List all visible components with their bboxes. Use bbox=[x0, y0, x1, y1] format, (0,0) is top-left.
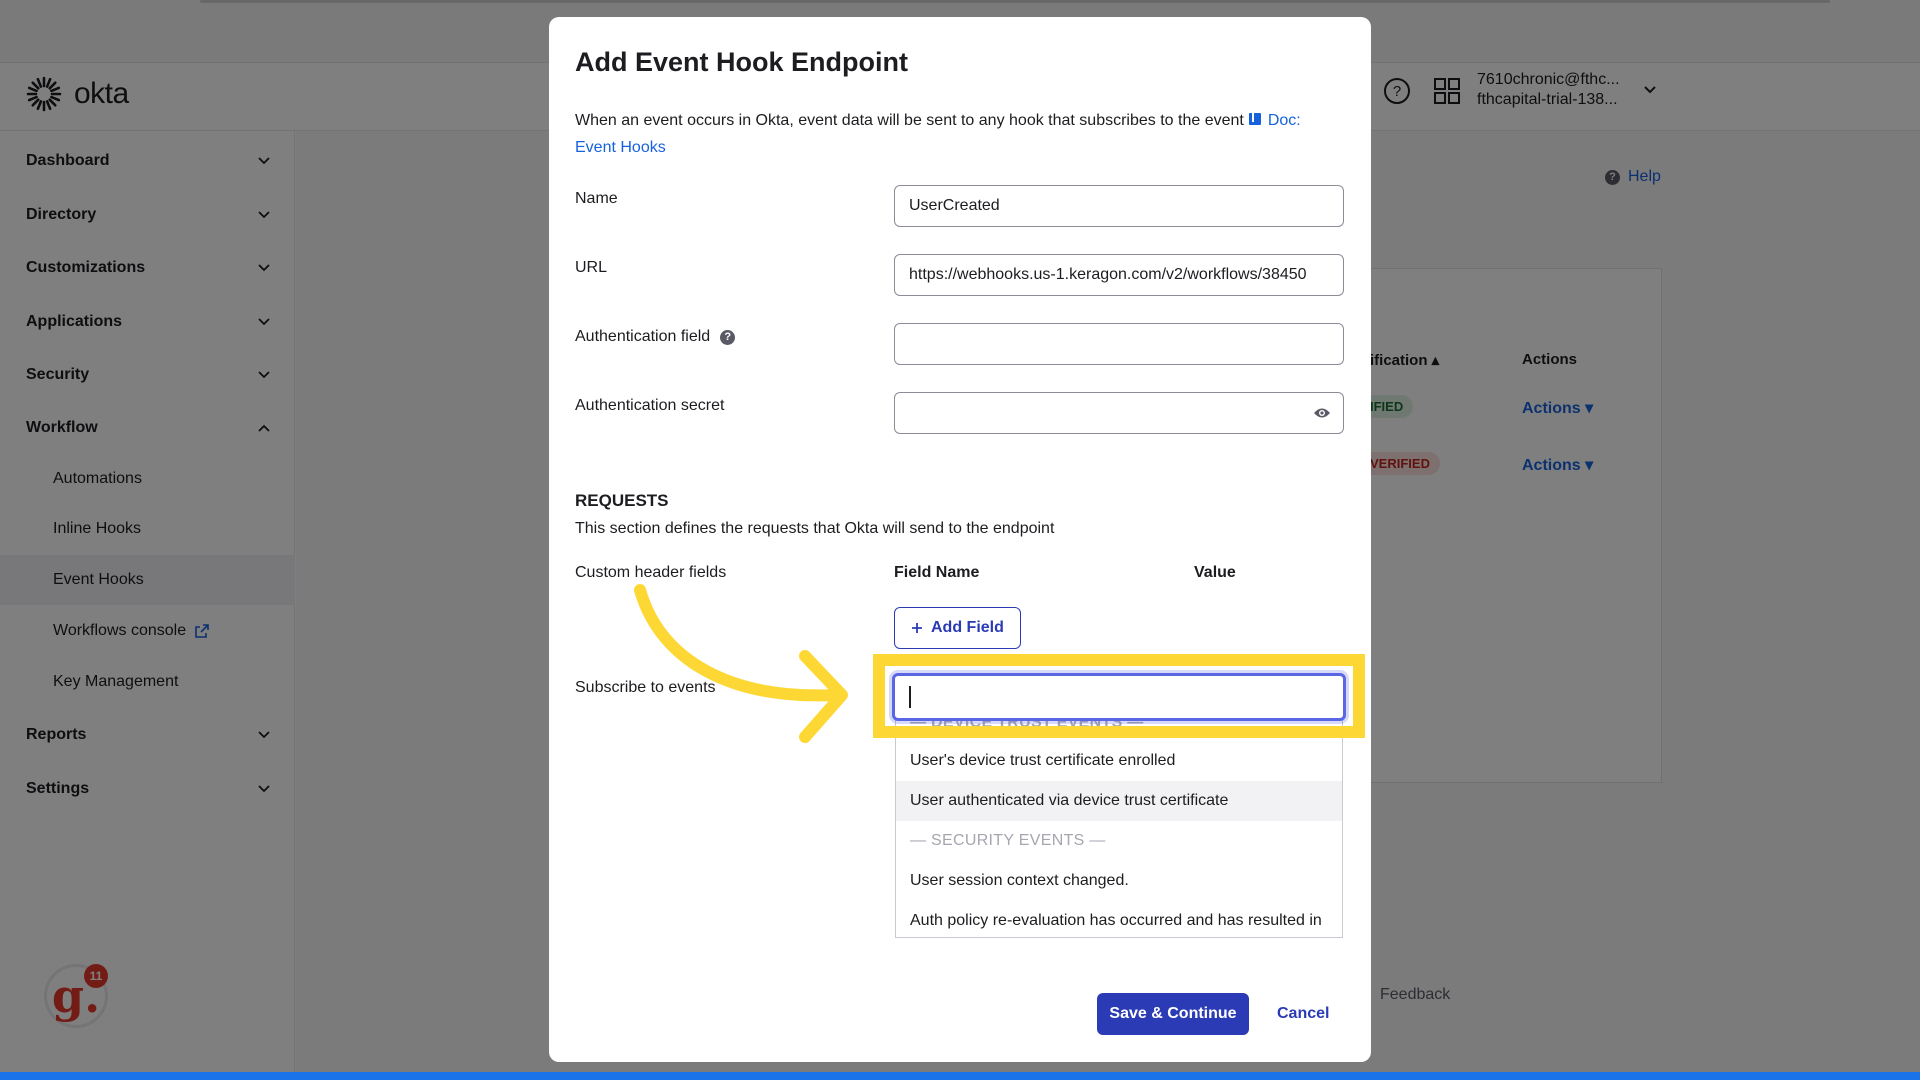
tutorial-highlight-box bbox=[873, 654, 1365, 738]
book-icon bbox=[1248, 113, 1261, 125]
modal-description-text: When an event occurs in Okta, event data… bbox=[575, 112, 1244, 129]
auth-field-label: Authentication field bbox=[575, 328, 711, 345]
value-column-header: Value bbox=[1194, 564, 1236, 581]
event-options-listbox: — DEVICE TRUST EVENTS — User's device tr… bbox=[895, 717, 1343, 938]
bottom-progress-bar bbox=[0, 1072, 1920, 1080]
tutorial-arrow-icon bbox=[634, 584, 848, 743]
add-field-label: Add Field bbox=[931, 619, 1004, 636]
option-group-header: — SECURITY EVENTS — bbox=[910, 832, 1106, 849]
auth-secret-input[interactable] bbox=[894, 392, 1344, 434]
plus-icon bbox=[912, 623, 922, 633]
event-option[interactable]: User authenticated via device trust cert… bbox=[896, 781, 1342, 821]
field-name-column-header: Field Name bbox=[894, 564, 980, 581]
event-option[interactable]: User session context changed. bbox=[896, 861, 1342, 901]
add-event-hook-modal: Add Event Hook Endpoint When an event oc… bbox=[549, 17, 1371, 1062]
auth-secret-label: Authentication secret bbox=[575, 397, 725, 414]
auth-field-input[interactable] bbox=[894, 323, 1344, 365]
event-option[interactable]: Auth policy re-evaluation has occurred a… bbox=[896, 901, 1342, 937]
event-option[interactable]: User's device trust certificate enrolled bbox=[896, 741, 1342, 781]
auth-field-label-row: Authentication field? bbox=[575, 328, 736, 346]
modal-description: When an event occurs in Okta, event data… bbox=[575, 107, 1345, 161]
cancel-button[interactable]: Cancel bbox=[1277, 993, 1329, 1035]
url-field[interactable]: https://webhooks.us-1.keragon.com/v2/wor… bbox=[894, 254, 1344, 296]
name-field[interactable]: UserCreated bbox=[894, 185, 1344, 227]
save-continue-button[interactable]: Save & Continue bbox=[1097, 993, 1249, 1035]
info-icon[interactable]: ? bbox=[720, 329, 736, 345]
eye-icon[interactable] bbox=[1313, 406, 1331, 420]
name-label: Name bbox=[575, 190, 618, 207]
modal-title: Add Event Hook Endpoint bbox=[575, 47, 908, 77]
add-field-button[interactable]: Add Field bbox=[894, 607, 1021, 649]
requests-section-description: This section defines the requests that O… bbox=[575, 520, 1055, 537]
url-label: URL bbox=[575, 259, 608, 276]
requests-section-title: REQUESTS bbox=[575, 491, 669, 510]
